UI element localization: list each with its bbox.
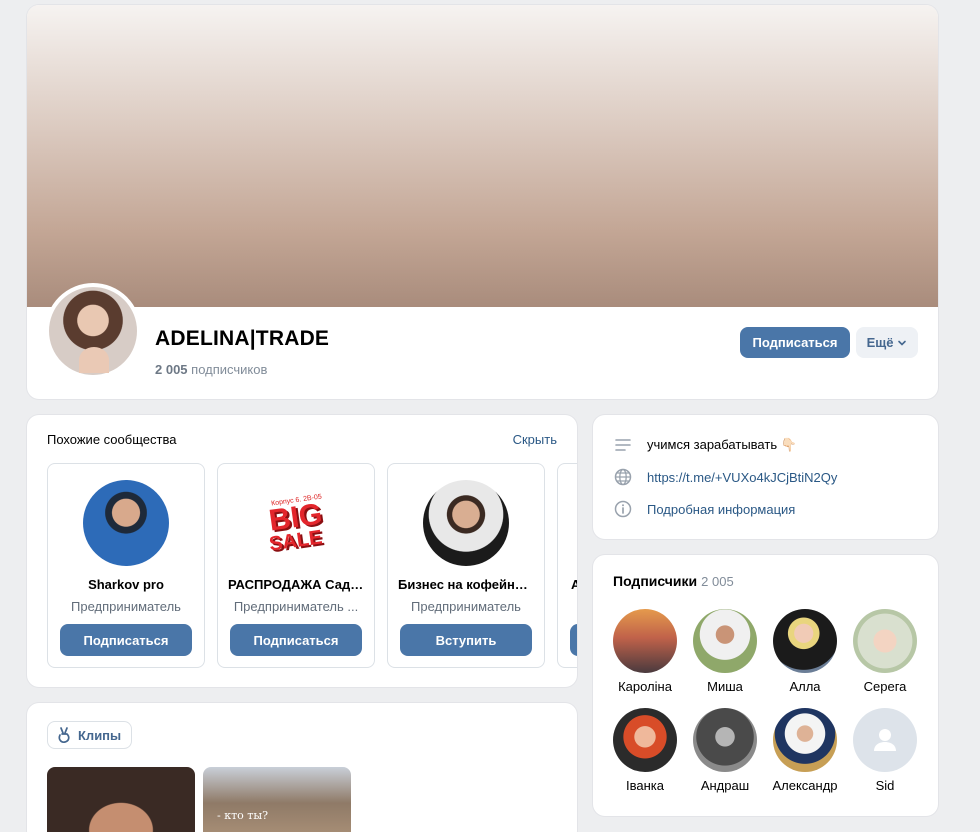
status-row: учимся зарабатывать 👇🏻 xyxy=(613,435,797,455)
followers-title[interactable]: Подписчики 2 005 xyxy=(613,573,734,589)
community-name: РАСПРОДАЖА Садовод... xyxy=(228,577,364,592)
avatar xyxy=(613,609,677,673)
follower-name: Александр xyxy=(772,778,838,793)
subscriber-count[interactable]: 2 005 подписчиков xyxy=(155,362,267,377)
community-avatar[interactable] xyxy=(45,283,141,379)
subscribe-button[interactable]: Подписаться xyxy=(740,327,850,358)
followers-card: Подписчики 2 005 Кароліна Миша Алла Серег… xyxy=(593,555,938,816)
info-card: учимся зарабатывать 👇🏻 https://t.me/+VUX… xyxy=(593,415,938,539)
follower-name: Іванка xyxy=(626,778,664,793)
subscribe-button[interactable] xyxy=(570,624,577,656)
avatar xyxy=(613,708,677,772)
follower-name: Кароліна xyxy=(618,679,672,694)
clips-icon xyxy=(58,727,70,743)
globe-icon xyxy=(614,468,632,486)
follower-name: Андраш xyxy=(700,778,750,793)
follower-name: Алла xyxy=(789,679,821,694)
status-text: учимся зарабатывать 👇🏻 xyxy=(647,437,797,452)
community-card[interactable]: А xyxy=(557,463,577,668)
community-avatar xyxy=(83,480,169,566)
hide-link[interactable]: Скрыть xyxy=(513,432,557,447)
similar-communities: Похожие сообщества Скрыть Sharkov pro Пр… xyxy=(27,415,577,687)
cover-image xyxy=(27,5,938,307)
similar-title: Похожие сообщества xyxy=(47,432,177,447)
subscribe-button[interactable]: Подписаться xyxy=(230,624,362,656)
follower-item[interactable]: Серега xyxy=(845,609,925,694)
follower-item[interactable]: Андраш xyxy=(685,708,765,793)
join-button[interactable]: Вступить xyxy=(400,624,532,656)
community-name: А xyxy=(571,577,577,592)
link-row[interactable]: https://t.me/+VUXo4kJCjBtiN2Qy xyxy=(613,467,837,487)
follower-item[interactable]: Миша xyxy=(685,609,765,694)
avatar xyxy=(693,708,757,772)
community-category: Предприниматель ... xyxy=(233,599,359,614)
followers-label: Подписчики xyxy=(613,573,698,589)
community-avatar: Корпус 6. 2В-05 BIG SALE xyxy=(253,480,339,566)
logo-sale-text: SALE xyxy=(268,525,324,556)
page-title: ADELINA|TRADE xyxy=(155,327,330,350)
follower-name: Sid xyxy=(875,778,895,793)
follower-item[interactable]: Sid xyxy=(845,708,925,793)
followers-count: 2 005 xyxy=(701,574,734,589)
avatar xyxy=(773,708,837,772)
community-name: Sharkov pro xyxy=(88,577,164,592)
clip-caption: - кто ты? xyxy=(217,809,269,822)
avatar xyxy=(853,609,917,673)
subscriber-label: подписчиков xyxy=(191,362,268,377)
community-avatar xyxy=(423,480,509,566)
clip-thumbnail[interactable]: - кто ты? xyxy=(203,767,351,832)
user-placeholder-icon xyxy=(853,708,917,772)
clips-label: Клипы xyxy=(78,727,122,743)
community-category: Предприниматель xyxy=(71,599,181,614)
follower-item[interactable]: Александр xyxy=(765,708,845,793)
avatar xyxy=(773,609,837,673)
details-row[interactable]: Подробная информация xyxy=(613,499,795,519)
more-label: Ещё xyxy=(866,335,894,350)
subscribe-button[interactable]: Подписаться xyxy=(60,624,192,656)
details-link[interactable]: Подробная информация xyxy=(647,502,795,517)
info-icon xyxy=(614,500,632,518)
chevron-down-icon xyxy=(898,340,907,346)
profile-header: ADELINA|TRADE 2 005 подписчиков Подписат… xyxy=(27,5,938,399)
external-link[interactable]: https://t.me/+VUXo4kJCjBtiN2Qy xyxy=(647,470,837,485)
more-button[interactable]: Ещё xyxy=(856,327,918,358)
community-name: Бизнес на кофейнях... xyxy=(398,577,534,592)
community-category: Предприниматель xyxy=(411,599,521,614)
community-card[interactable]: Бизнес на кофейнях... Предприниматель Вс… xyxy=(387,463,545,668)
subscriber-number: 2 005 xyxy=(155,362,188,377)
community-card[interactable]: Sharkov pro Предприниматель Подписаться xyxy=(47,463,205,668)
clips-tab[interactable]: Клипы xyxy=(47,721,133,749)
text-lines-icon xyxy=(615,439,631,451)
community-card[interactable]: Корпус 6. 2В-05 BIG SALE РАСПРОДАЖА Садо… xyxy=(217,463,375,668)
clips-section: Клипы - кто ты? xyxy=(27,703,577,832)
follower-name: Миша xyxy=(707,679,743,694)
follower-item[interactable]: Кароліна xyxy=(605,609,685,694)
follower-item[interactable]: Іванка xyxy=(605,708,685,793)
follower-name: Серега xyxy=(863,679,907,694)
avatar xyxy=(693,609,757,673)
clip-thumbnail[interactable] xyxy=(47,767,195,832)
follower-item[interactable]: Алла xyxy=(765,609,845,694)
